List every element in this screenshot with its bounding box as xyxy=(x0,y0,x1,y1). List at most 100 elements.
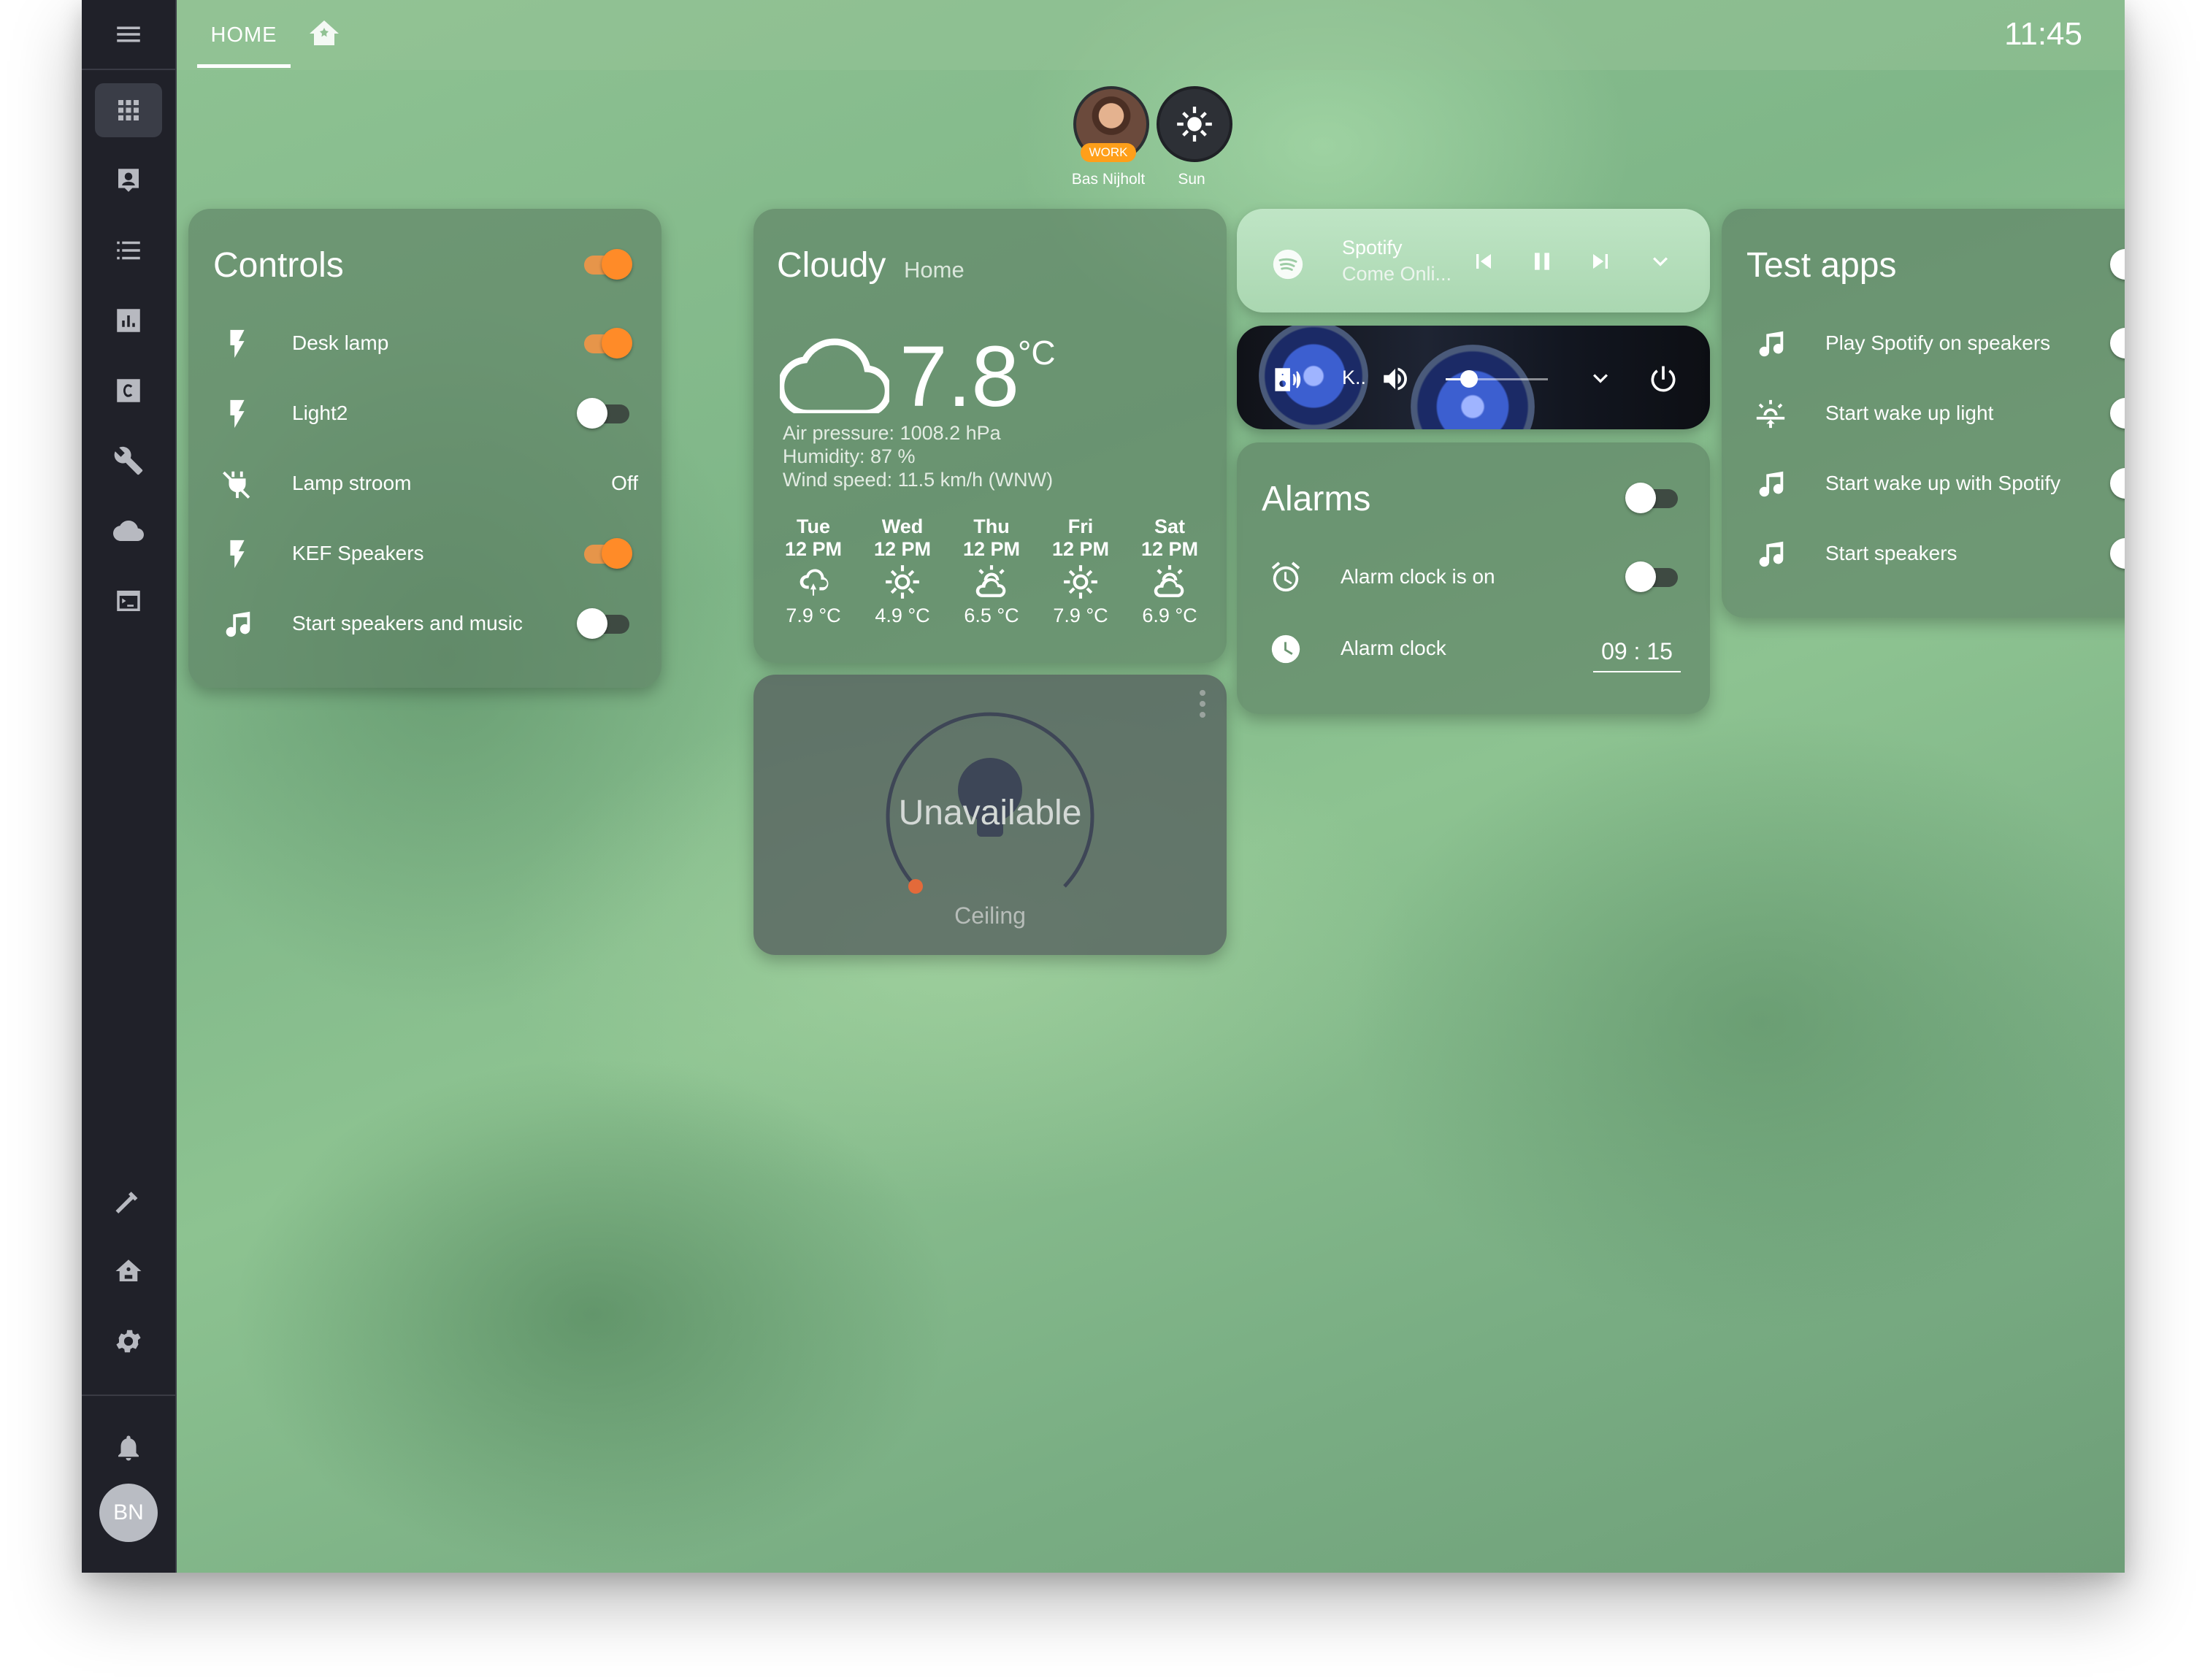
entity-state: Off xyxy=(611,472,638,494)
cloud-icon[interactable] xyxy=(95,504,162,558)
spotify-icon xyxy=(1272,248,1304,280)
flash-icon xyxy=(220,327,254,361)
sunny-icon xyxy=(884,564,921,600)
entity-label: Start speakers and music xyxy=(292,612,523,634)
menu-icon[interactable] xyxy=(95,7,162,61)
light-name: Ceiling xyxy=(954,902,1026,929)
supervisor-icon[interactable] xyxy=(95,1244,162,1298)
weather-location: Home xyxy=(904,257,965,283)
speaker-icon xyxy=(1272,364,1304,396)
entity-row-light2[interactable]: Light2 xyxy=(188,381,662,447)
sun-rise-icon xyxy=(1754,397,1787,431)
test-apps-master-toggle[interactable] xyxy=(2110,248,2125,280)
weather-condition: Cloudy xyxy=(777,246,886,285)
alarms-master-toggle[interactable] xyxy=(1625,482,1681,514)
skip-previous-icon[interactable] xyxy=(1469,247,1498,276)
volume-icon[interactable] xyxy=(1380,364,1411,394)
map-icon[interactable] xyxy=(95,153,162,207)
kef-media-player[interactable]: K.. xyxy=(1237,326,1710,429)
sidebar: BN xyxy=(82,0,177,1573)
music-note-icon xyxy=(220,607,254,641)
entity-row-wake-up-light[interactable]: Start wake up light xyxy=(1722,381,2125,447)
user-avatar[interactable]: BN xyxy=(99,1484,158,1542)
alarms-card: Alarms Alarm clock is on Alarm clock 09 … xyxy=(1237,442,1710,714)
wake-up-light-toggle[interactable] xyxy=(2110,397,2125,429)
media-subtitle: Come Onli... xyxy=(1342,263,1452,285)
test-apps-card: Test apps Play Spotify on speakers Start… xyxy=(1722,209,2125,618)
weather-card[interactable]: Cloudy Home 7.8 °C Air pressure: 1008.2 … xyxy=(753,209,1227,663)
dial-handle xyxy=(908,879,923,894)
weather-wind: Wind speed: 11.5 km/h (WNW) xyxy=(783,469,1054,491)
entity-row-play-spotify[interactable]: Play Spotify on speakers xyxy=(1722,311,2125,377)
entity-row-alarm-clock-is-on[interactable]: Alarm clock is on xyxy=(1237,545,1710,610)
alarm-clock-toggle[interactable] xyxy=(1625,561,1681,593)
hacs-icon[interactable] xyxy=(95,364,162,418)
media-title: K.. xyxy=(1342,367,1367,388)
entity-label: Start wake up with Spotify xyxy=(1825,472,2061,494)
music-note-icon xyxy=(1754,327,1787,361)
volume-slider[interactable] xyxy=(1446,370,1548,388)
skip-next-icon[interactable] xyxy=(1586,247,1615,276)
rain-cloud-icon xyxy=(795,564,832,600)
light-card[interactable]: Unavailable Ceiling xyxy=(753,675,1227,955)
weather-humidity: Humidity: 87 % xyxy=(783,445,916,467)
entity-label: Light2 xyxy=(292,402,348,424)
alarm-time-input[interactable]: 09 : 15 xyxy=(1593,638,1681,672)
sun-icon xyxy=(1177,107,1212,142)
developer-tools-icon[interactable] xyxy=(95,1174,162,1228)
entity-row-start-speakers[interactable]: Start speakers xyxy=(1722,521,2125,587)
weather-unit: °C xyxy=(1018,334,1056,372)
weather-temperature: 7.8 xyxy=(900,329,1020,425)
music-note-icon xyxy=(1754,467,1787,501)
partly-cloudy-icon xyxy=(973,564,1010,600)
entity-label: Alarm clock is on xyxy=(1341,565,1495,588)
start-speakers-toggle[interactable] xyxy=(2110,537,2125,569)
clock: 11:45 xyxy=(2004,16,2082,52)
flash-icon xyxy=(220,537,254,571)
entity-row-desk-lamp[interactable]: Desk lamp xyxy=(188,311,662,377)
entity-row-lamp-stroom[interactable]: Lamp stroom Off xyxy=(188,451,662,517)
wake-up-spotify-toggle[interactable] xyxy=(2110,467,2125,499)
sun-badge[interactable] xyxy=(1157,86,1232,162)
kef-speakers-toggle[interactable] xyxy=(577,537,632,569)
settings-icon[interactable] xyxy=(95,1314,162,1368)
volume-slider-handle[interactable] xyxy=(1460,370,1479,388)
card-title: Alarms xyxy=(1262,480,1371,518)
terminal-icon[interactable] xyxy=(95,574,162,628)
pause-icon[interactable] xyxy=(1527,247,1557,276)
entity-label: Start wake up light xyxy=(1825,402,1994,424)
chevron-down-icon[interactable] xyxy=(1646,247,1675,276)
power-icon[interactable] xyxy=(1647,362,1679,394)
spotify-media-player[interactable]: Spotify Come Onli... xyxy=(1237,209,1710,312)
controls-master-toggle[interactable] xyxy=(577,248,632,280)
entity-row-wake-up-spotify[interactable]: Start wake up with Spotify xyxy=(1722,451,2125,517)
forecast-day: Tue 12 PM 7.9 °C xyxy=(784,515,843,626)
tools-icon[interactable] xyxy=(95,434,162,488)
card-title: Test apps xyxy=(1746,246,1897,285)
forecast-day: Sat 12 PM 6.9 °C xyxy=(1140,515,1199,626)
chevron-down-icon[interactable] xyxy=(1586,364,1615,393)
play-spotify-toggle[interactable] xyxy=(2110,327,2125,359)
history-icon[interactable] xyxy=(95,294,162,348)
entity-label: Lamp stroom xyxy=(292,472,412,494)
album-art xyxy=(1411,345,1535,429)
entity-row-kef-speakers[interactable]: KEF Speakers xyxy=(188,521,662,587)
entity-label: KEF Speakers xyxy=(292,542,424,564)
light-state: Unavailable xyxy=(898,794,1082,832)
flash-icon xyxy=(220,397,254,431)
partly-cloudy-icon xyxy=(1151,564,1188,600)
logbook-icon[interactable] xyxy=(95,223,162,277)
notifications-icon[interactable] xyxy=(95,1421,162,1475)
tab-home[interactable]: HOME xyxy=(197,0,291,70)
desk-lamp-toggle[interactable] xyxy=(577,327,632,359)
forecast-day: Thu 12 PM 6.5 °C xyxy=(962,515,1021,626)
more-options-icon[interactable] xyxy=(1199,689,1206,718)
entity-row-alarm-clock[interactable]: Alarm clock 09 : 15 xyxy=(1237,616,1710,682)
tab-indicator xyxy=(197,64,291,68)
start-speakers-music-toggle[interactable] xyxy=(577,607,632,640)
home-assistant-tab-icon[interactable] xyxy=(307,16,342,51)
entity-row-start-speakers-music[interactable]: Start speakers and music xyxy=(188,591,662,657)
light2-toggle[interactable] xyxy=(577,397,632,429)
overview-icon[interactable] xyxy=(95,83,162,137)
card-title: Controls xyxy=(213,246,344,285)
